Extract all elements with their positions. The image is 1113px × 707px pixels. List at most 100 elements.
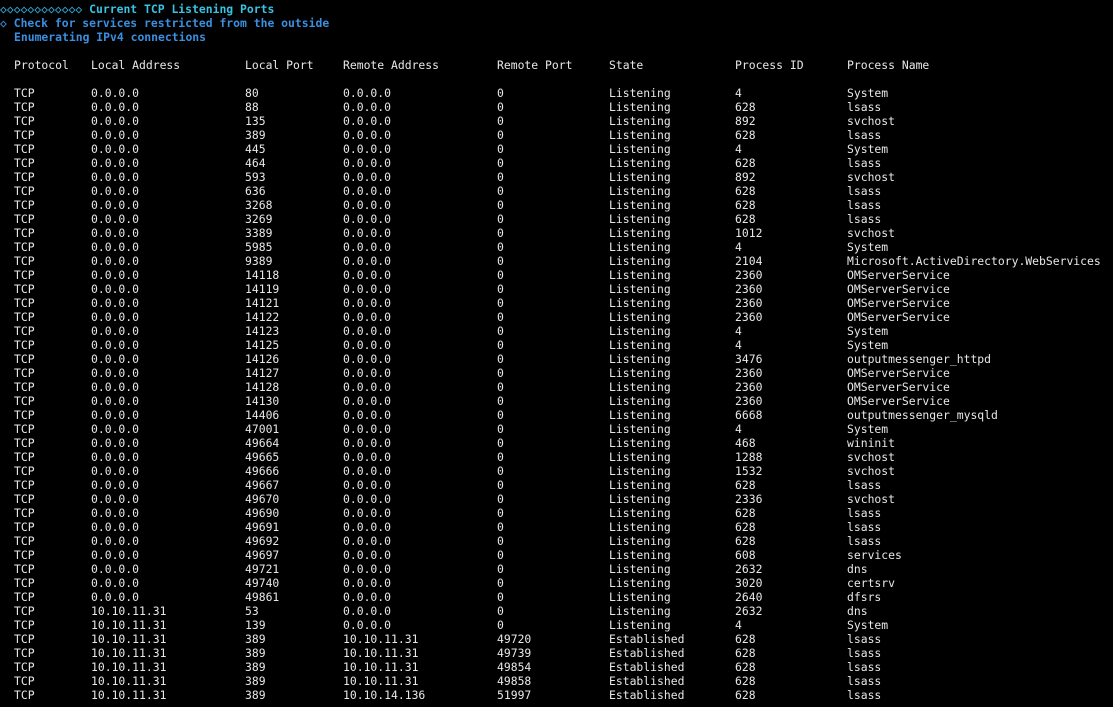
process-id-cell: 4: [735, 338, 742, 352]
process-id-cell: 2360: [735, 282, 763, 296]
remote-address-cell: 0.0.0.0: [343, 506, 392, 520]
state-cell: Listening: [609, 618, 671, 632]
diamond-bullet-icon: ◇: [0, 16, 7, 30]
remote-port-cell: 0: [497, 422, 504, 436]
table-row: TCP 0.0.0.0 49664 0.0.0.0 0 Listening 468 winin…: [0, 436, 1113, 450]
table-row: TCP 0.0.0.0 14128 0.0.0.0 0 Listening 2360 OMSe…: [0, 380, 1113, 394]
section-title: Current TCP Listening Ports: [89, 2, 275, 16]
process-id-cell: 2360: [735, 394, 763, 408]
table-row: TCP 0.0.0.0 14118 0.0.0.0 0 Listening 2360 OMSe…: [0, 268, 1113, 282]
local-address-cell: 0.0.0.0: [91, 128, 140, 142]
local-port-cell: 53: [245, 604, 259, 618]
table-row: TCP 0.0.0.0 14121 0.0.0.0 0 Listening 2360 OMSe…: [0, 296, 1113, 310]
protocol-cell: TCP: [14, 352, 35, 366]
protocol-cell: TCP: [14, 226, 35, 240]
protocol-cell: TCP: [14, 520, 35, 534]
local-address-cell: 0.0.0.0: [91, 324, 140, 338]
remote-address-cell: 0.0.0.0: [343, 604, 392, 618]
process-name-cell: dns: [847, 604, 868, 618]
remote-address-cell: 0.0.0.0: [343, 100, 392, 114]
process-id-cell: 1288: [735, 450, 763, 464]
remote-address-cell: 0.0.0.0: [343, 226, 392, 240]
table-row: TCP 0.0.0.0 14126 0.0.0.0 0 Listening 3476 outp…: [0, 352, 1113, 366]
process-name-cell: lsass: [847, 478, 882, 492]
process-name-cell: System: [847, 618, 889, 632]
remote-address-cell: 0.0.0.0: [343, 520, 392, 534]
table-row: TCP 0.0.0.0 49666 0.0.0.0 0 Listening 1532 svch…: [0, 464, 1113, 478]
local-address-cell: 0.0.0.0: [91, 450, 140, 464]
remote-address-cell: 0.0.0.0: [343, 450, 392, 464]
remote-address-cell: 0.0.0.0: [343, 310, 392, 324]
remote-port-cell: 0: [497, 394, 504, 408]
process-name-cell: System: [847, 240, 889, 254]
table-row: TCP 0.0.0.0 14125 0.0.0.0 0 Listening 4 System: [0, 338, 1113, 352]
remote-port-cell: 0: [497, 296, 504, 310]
local-address-cell: 0.0.0.0: [91, 520, 140, 534]
remote-port-cell: 0: [497, 338, 504, 352]
remote-port-cell: 0: [497, 618, 504, 632]
remote-address-cell: 0.0.0.0: [343, 576, 392, 590]
protocol-cell: TCP: [14, 506, 35, 520]
protocol-cell: TCP: [14, 198, 35, 212]
table-row: TCP 0.0.0.0 3389 0.0.0.0 0 Listening 1012 svcho…: [0, 226, 1113, 240]
section-title-line: ◇◇◇◇◇◇◇◇◇◇◇◇ Current TCP Listening Ports: [0, 2, 274, 16]
remote-address-cell: 0.0.0.0: [343, 324, 392, 338]
state-cell: Established: [609, 646, 685, 660]
local-port-cell: 14127: [245, 366, 280, 380]
remote-port-cell: 0: [497, 562, 504, 576]
remote-address-cell: 0.0.0.0: [343, 142, 392, 156]
remote-port-cell: 0: [497, 590, 504, 604]
state-cell: Listening: [609, 604, 671, 618]
protocol-cell: TCP: [14, 170, 35, 184]
table-row: TCP 0.0.0.0 49740 0.0.0.0 0 Listening 3020 cert…: [0, 576, 1113, 590]
protocol-cell: TCP: [14, 478, 35, 492]
local-address-cell: 0.0.0.0: [91, 212, 140, 226]
remote-port-cell: 0: [497, 324, 504, 338]
local-address-cell: 10.10.11.31: [91, 604, 167, 618]
table-row: TCP 10.10.11.31 389 10.10.14.136 51997 Establ…: [0, 688, 1113, 702]
local-port-cell: 14125: [245, 338, 280, 352]
process-name-cell: svchost: [847, 492, 896, 506]
process-name-cell: lsass: [847, 100, 882, 114]
state-cell: Listening: [609, 198, 671, 212]
local-port-cell: 49690: [245, 506, 280, 520]
table-row: TCP 0.0.0.0 47001 0.0.0.0 0 Listening 4 System: [0, 422, 1113, 436]
state-cell: Listening: [609, 226, 671, 240]
process-id-cell: 1012: [735, 226, 763, 240]
local-port-cell: 88: [245, 100, 259, 114]
column-header: Process Name: [847, 58, 930, 72]
local-address-cell: 0.0.0.0: [91, 338, 140, 352]
remote-port-cell: 0: [497, 282, 504, 296]
remote-address-cell: 0.0.0.0: [343, 436, 392, 450]
state-cell: Listening: [609, 590, 671, 604]
state-cell: Listening: [609, 520, 671, 534]
table-row: TCP 0.0.0.0 593 0.0.0.0 0 Listening 892 svchost: [0, 170, 1113, 184]
process-id-cell: 628: [735, 198, 756, 212]
remote-port-cell: 0: [497, 450, 504, 464]
process-id-cell: 628: [735, 478, 756, 492]
local-address-cell: 0.0.0.0: [91, 142, 140, 156]
state-cell: Listening: [609, 338, 671, 352]
remote-address-cell: 0.0.0.0: [343, 86, 392, 100]
table-row: TCP 0.0.0.0 49690 0.0.0.0 0 Listening 628 lsass: [0, 506, 1113, 520]
protocol-cell: TCP: [14, 562, 35, 576]
process-name-cell: System: [847, 324, 889, 338]
process-id-cell: 2360: [735, 268, 763, 282]
protocol-cell: TCP: [14, 282, 35, 296]
process-id-cell: 2632: [735, 604, 763, 618]
column-header: Process ID: [735, 58, 804, 72]
remote-address-cell: 0.0.0.0: [343, 212, 392, 226]
local-port-cell: 445: [245, 142, 266, 156]
table-row: TCP 0.0.0.0 88 0.0.0.0 0 Listening 628 lsass: [0, 100, 1113, 114]
process-name-cell: lsass: [847, 632, 882, 646]
table-row: TCP 0.0.0.0 636 0.0.0.0 0 Listening 628 lsass: [0, 184, 1113, 198]
table-row: TCP 0.0.0.0 49665 0.0.0.0 0 Listening 1288 svch…: [0, 450, 1113, 464]
remote-port-cell: 0: [497, 366, 504, 380]
process-id-cell: 4: [735, 324, 742, 338]
remote-port-cell: 0: [497, 464, 504, 478]
state-cell: Listening: [609, 422, 671, 436]
remote-address-cell: 0.0.0.0: [343, 408, 392, 422]
table-row: TCP 0.0.0.0 445 0.0.0.0 0 Listening 4 System: [0, 142, 1113, 156]
local-address-cell: 0.0.0.0: [91, 408, 140, 422]
remote-address-cell: 0.0.0.0: [343, 464, 392, 478]
